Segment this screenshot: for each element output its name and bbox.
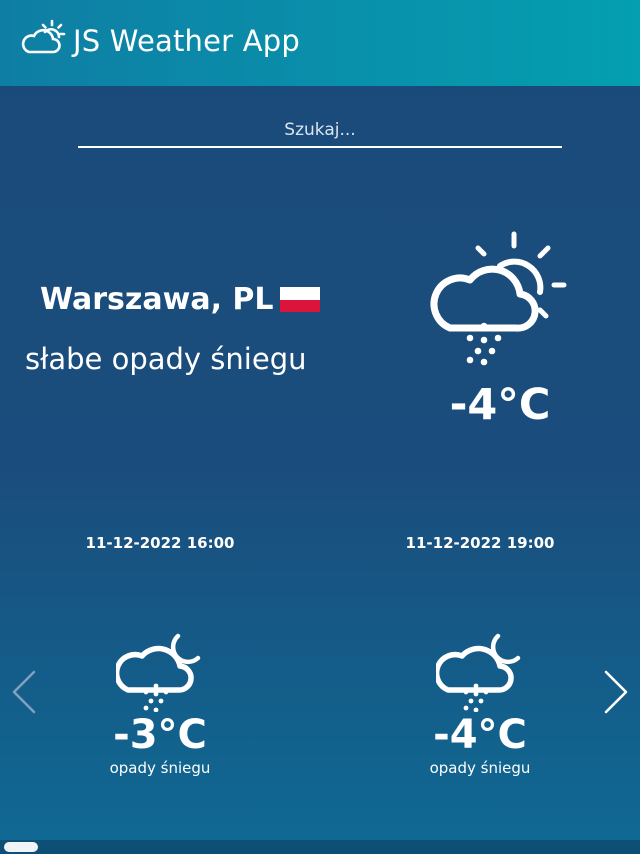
search-input[interactable] xyxy=(78,114,562,146)
forecast-datetime: 11-12-2022 19:00 xyxy=(405,534,555,552)
chevron-right-icon[interactable] xyxy=(600,668,630,716)
forecast-card: 11-12-2022 16:00 -3°C opady śniegu xyxy=(50,532,270,778)
cloud-sun-icon xyxy=(21,19,66,54)
snow-cloud-sun-icon xyxy=(430,231,567,366)
forecast-temperature: -3°C xyxy=(113,712,207,758)
forecast-description: opady śniegu xyxy=(429,759,531,777)
carousel-scrollbar[interactable] xyxy=(0,840,640,854)
forecast-card: 11-12-2022 19:00 -4°C opady śniegu xyxy=(370,532,590,778)
scrollbar-thumb[interactable] xyxy=(4,842,38,852)
chevron-left-icon[interactable] xyxy=(10,668,40,716)
snow-cloud-moon-icon xyxy=(116,633,201,712)
app-title: JS Weather App xyxy=(73,24,300,58)
weather-description: słabe opady śniegu xyxy=(25,342,307,376)
current-temperature: -4°C xyxy=(449,380,551,430)
search-bar xyxy=(78,114,562,148)
forecast-description: opady śniegu xyxy=(109,759,211,777)
forecast-temperature: -4°C xyxy=(433,712,527,758)
app-header: JS Weather App xyxy=(0,0,640,86)
forecast-datetime: 11-12-2022 16:00 xyxy=(85,534,235,552)
flag-pl-icon xyxy=(280,287,320,312)
city-name: Warszawa, PL xyxy=(40,282,274,317)
snow-cloud-moon-icon xyxy=(436,633,521,712)
